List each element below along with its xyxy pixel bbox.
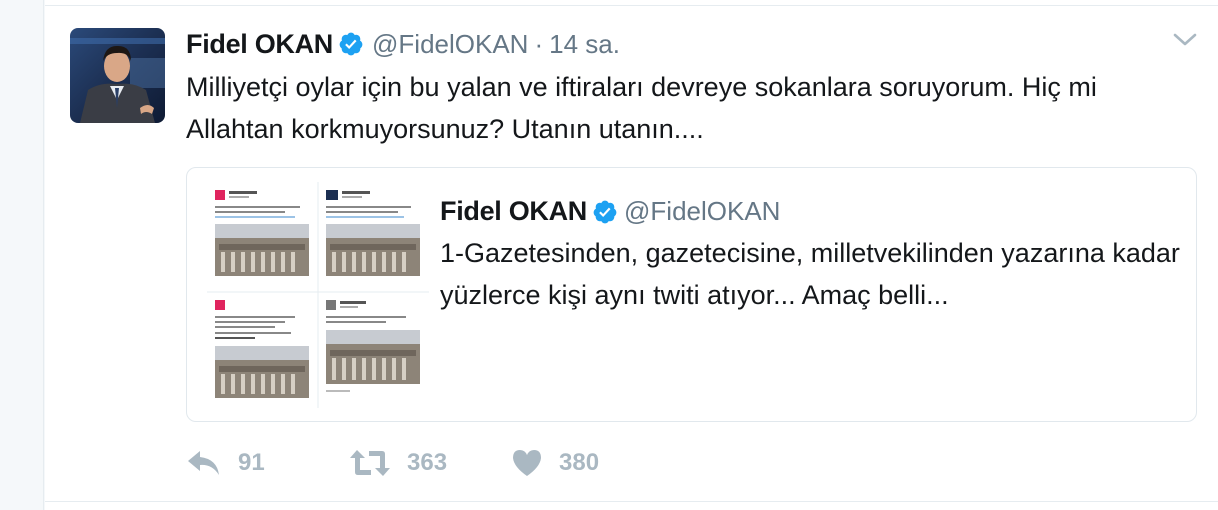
tweet-timestamp[interactable]: 14 sa. [549, 29, 620, 60]
like-count: 380 [559, 449, 600, 476]
verified-badge-icon [593, 200, 617, 223]
author-handle[interactable]: @FidelOKAN [372, 29, 528, 60]
quoted-author-handle[interactable]: @FidelOKAN [624, 196, 780, 227]
left-gutter [0, 0, 44, 510]
avatar[interactable] [70, 28, 165, 123]
quoted-tweet-text: 1-Gazetesinden, gazetecisine, milletveki… [440, 238, 1180, 310]
retweet-count: 363 [407, 449, 448, 476]
quoted-tweet-header: Fidel OKAN @FidelOKAN [440, 196, 780, 227]
retweet-icon [350, 450, 390, 476]
top-divider [45, 0, 1218, 6]
like-button[interactable]: 380 [511, 445, 599, 481]
retweet-button[interactable]: 363 [349, 445, 447, 481]
bottom-divider [45, 501, 1218, 502]
reply-button[interactable]: 91 [186, 445, 265, 481]
tweet-text: Milliyetçi oylar için bu yalan ve iftira… [186, 72, 1097, 144]
separator-dot: · [534, 28, 544, 59]
quoted-tweet[interactable]: Fidel OKAN @FidelOKAN 1-Gazetesinden, ga… [186, 167, 1197, 422]
heart-icon [513, 450, 541, 476]
quoted-tweet-image[interactable] [207, 182, 429, 408]
reply-count: 91 [238, 449, 265, 476]
chevron-down-icon[interactable] [1172, 30, 1198, 50]
reply-icon [188, 451, 219, 475]
tweet-header: Fidel OKAN @FidelOKAN · 14 sa. [186, 28, 620, 60]
quoted-author-name[interactable]: Fidel OKAN [440, 196, 587, 227]
author-name[interactable]: Fidel OKAN [186, 29, 333, 60]
timeline-page: Fidel OKAN @FidelOKAN · 14 sa. Milliyetç… [0, 0, 1218, 510]
verified-badge-icon [339, 32, 363, 56]
